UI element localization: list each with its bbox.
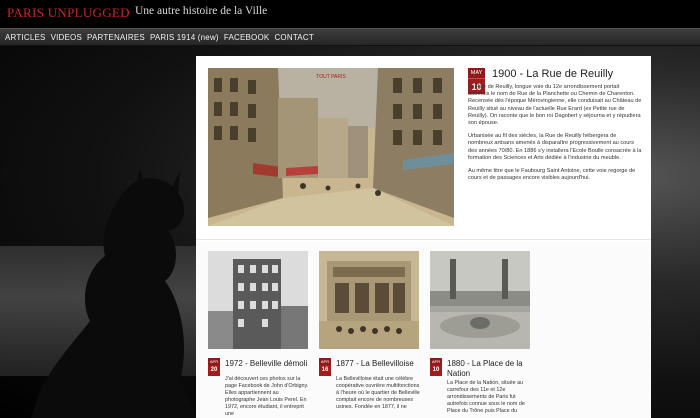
featured-excerpt: La Rue de Reuilly, longue voie du 12e ar… [468, 84, 642, 188]
nav-item-facebook[interactable]: FACEBOOK [224, 29, 275, 42]
featured-article: TOUT PARIS MAY 10 1900 - La Rue de Reuil… [196, 56, 651, 240]
gargoyle-silhouette [31, 169, 199, 418]
article-card: APR 20 1972 - Belleville démoli J'ai déc… [208, 251, 308, 418]
featured-month: MAY [468, 68, 485, 78]
nav-item-partenaires[interactable]: PARTENAIRES [87, 29, 150, 42]
featured-paragraph: Au même titre que le Faubourg Saint Anto… [468, 168, 636, 182]
article-month: APR [208, 358, 220, 365]
article-thumbnail[interactable] [430, 251, 530, 349]
article-excerpt: La Place de la Nation, située au carrefo… [447, 380, 525, 414]
article-date-badge: APR 20 [208, 358, 220, 376]
article-title[interactable]: 1877 - La Bellevilloise [336, 359, 422, 369]
article-list: APR 20 1972 - Belleville démoli J'ai déc… [196, 242, 651, 418]
article-excerpt: La Bellevilloise était une célèbre coopé… [336, 376, 420, 410]
site-tagline: Une autre histoire de la Ville [135, 5, 268, 17]
article-date-badge: APR 10 [430, 358, 442, 376]
site-header: PARIS UNPLUGGED Une autre histoire de la… [0, 0, 700, 28]
article-day: 10 [430, 365, 442, 376]
article-header: APR 20 1972 - Belleville démoli [208, 358, 308, 376]
content-panel: TOUT PARIS MAY 10 1900 - La Rue de Reuil… [196, 56, 651, 418]
article-month: APR [319, 358, 331, 365]
article-title[interactable]: 1972 - Belleville démoli [225, 359, 311, 369]
nav-item-articles[interactable]: ARTICLES [5, 29, 51, 42]
postcard-caption: TOUT PARIS [316, 74, 346, 80]
article-header: APR 16 1877 - La Bellevilloise [319, 358, 419, 376]
article-excerpt: J'ai découvert ces photos sur la page Fa… [225, 376, 309, 417]
site-title[interactable]: PARIS UNPLUGGED [7, 5, 130, 21]
article-title[interactable]: 1880 - La Place de la Nation [447, 359, 533, 379]
article-thumbnail[interactable] [319, 251, 419, 349]
featured-paragraph: La Rue de Reuilly, longue voie du 12e ar… [468, 84, 642, 127]
article-header: APR 10 1880 - La Place de la Nation [430, 358, 533, 379]
featured-paragraph: Urbanisée au fil des siècles, la Rue de … [468, 133, 642, 161]
article-date-badge: APR 16 [319, 358, 331, 376]
article-card: APR 16 1877 - La Bellevilloise La Bellev… [319, 251, 420, 411]
nav-item-videos[interactable]: VIDEOS [51, 29, 87, 42]
nav-item-paris-1914[interactable]: PARIS 1914 (new) [150, 29, 224, 42]
featured-title[interactable]: 1900 - La Rue de Reuilly [492, 68, 613, 80]
article-month: APR [430, 358, 442, 365]
article-card: APR 10 1880 - La Place de la Nation La P… [430, 251, 530, 415]
main-navigation: ARTICLES VIDEOS PARTENAIRES PARIS 1914 (… [0, 28, 700, 46]
article-thumbnail[interactable] [208, 251, 308, 349]
article-day: 20 [208, 365, 220, 376]
article-day: 16 [319, 365, 331, 376]
featured-postcard-image[interactable]: TOUT PARIS [208, 68, 454, 226]
nav-item-contact[interactable]: CONTACT [274, 29, 318, 42]
